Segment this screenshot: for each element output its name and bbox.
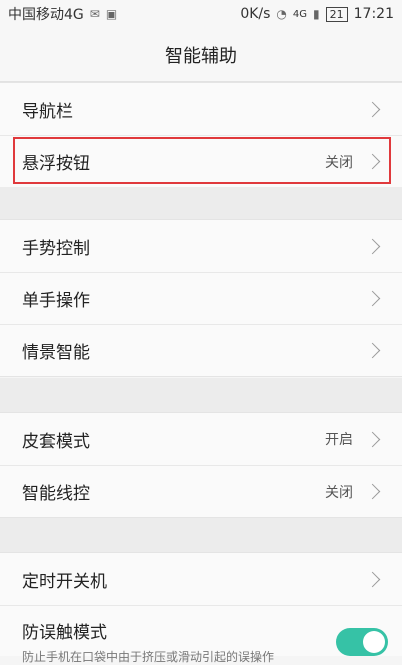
highlight-box bbox=[13, 137, 391, 184]
row-label: 单手操作 bbox=[22, 291, 90, 311]
chevron-right-icon bbox=[364, 101, 381, 117]
toggle-knob bbox=[363, 631, 385, 653]
chevron-right-icon bbox=[364, 571, 381, 587]
settings-row-scheduled-power[interactable]: 定时开关机 bbox=[0, 553, 402, 605]
chevron-right-icon bbox=[364, 238, 381, 254]
row-label: 情景智能 bbox=[22, 343, 90, 363]
page-title: 智能辅助 bbox=[0, 28, 402, 82]
section-divider bbox=[0, 518, 402, 552]
settings-row-gesture-control[interactable]: 手势控制 bbox=[0, 220, 402, 272]
settings-row-cover-mode[interactable]: 皮套模式 开启 bbox=[0, 413, 402, 465]
row-label: 定时开关机 bbox=[22, 571, 107, 592]
battery-level: 21 bbox=[325, 6, 348, 22]
status-bar: 中国移动4G ✉ ▣ 0K/s ◔ 4G ▮ 21 17:21 bbox=[0, 0, 402, 28]
signal-label: 4G bbox=[292, 8, 308, 20]
network-speed: 0K/s bbox=[240, 6, 271, 22]
row-value: 开启 bbox=[325, 432, 353, 448]
row-label: 手势控制 bbox=[22, 238, 90, 259]
row-label: 皮套模式 bbox=[22, 431, 90, 452]
clock: 17:21 bbox=[353, 6, 394, 22]
carrier-label: 中国移动4G bbox=[8, 7, 84, 23]
chevron-right-icon bbox=[364, 342, 381, 359]
settings-row-wire-control[interactable]: 智能线控 关闭 bbox=[0, 465, 402, 517]
pocket-mode-description: 防止手机在口袋中由于挤压或滑动引起的误操作 bbox=[22, 650, 275, 664]
row-label: 智能线控 bbox=[22, 484, 90, 504]
chevron-right-icon bbox=[364, 431, 381, 447]
settings-row-scene-smart[interactable]: 情景智能 bbox=[0, 324, 402, 376]
row-value: 关闭 bbox=[325, 484, 353, 501]
settings-row-navigation-bar[interactable]: 导航栏 bbox=[0, 83, 402, 135]
section-divider bbox=[0, 378, 402, 412]
pocket-mode-toggle[interactable] bbox=[336, 628, 388, 656]
chevron-right-icon bbox=[364, 290, 381, 307]
section-divider bbox=[0, 187, 402, 219]
signal-icon: ▮ bbox=[313, 7, 320, 21]
chevron-right-icon bbox=[364, 483, 381, 500]
section-gestures: 手势控制 单手操作 情景智能 bbox=[0, 219, 402, 377]
wifi-icon: ◔ bbox=[276, 7, 287, 21]
row-label: 导航栏 bbox=[22, 101, 73, 122]
mail-icon: ▣ bbox=[105, 7, 118, 21]
settings-row-one-hand[interactable]: 单手操作 bbox=[0, 272, 402, 324]
notification-icon: ✉ bbox=[89, 7, 100, 21]
section-cover: 皮套模式 开启 智能线控 关闭 bbox=[0, 412, 402, 518]
